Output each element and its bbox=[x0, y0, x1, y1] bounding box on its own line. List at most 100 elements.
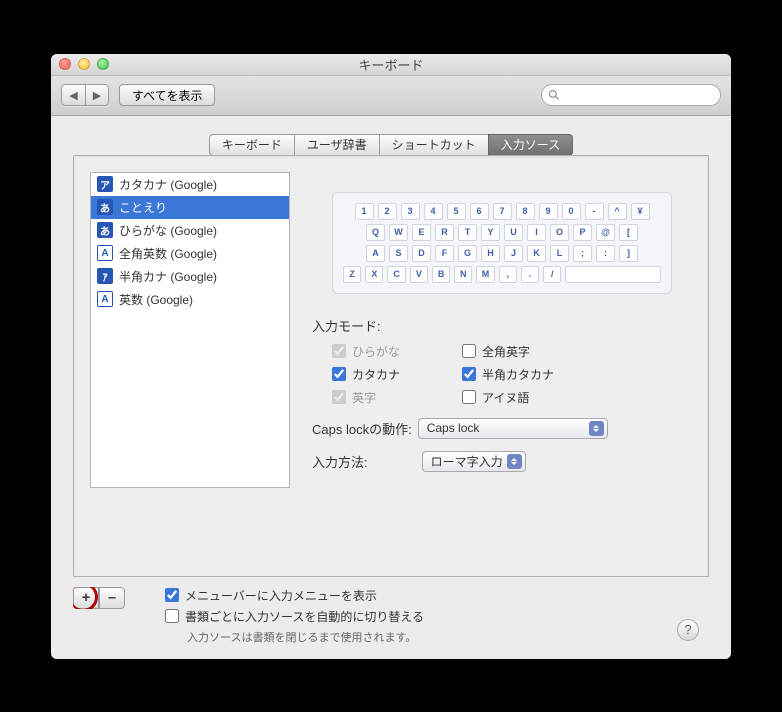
key: A bbox=[366, 245, 385, 262]
input-mode-label: 入力モード: bbox=[312, 316, 692, 335]
key: L bbox=[550, 245, 569, 262]
key: I bbox=[527, 224, 546, 241]
source-label: 英数 (Google) bbox=[119, 291, 193, 308]
help-button[interactable]: ? bbox=[677, 619, 699, 641]
key: 2 bbox=[378, 203, 397, 220]
tab-bar: キーボード ユーザ辞書 ショートカット 入力ソース bbox=[73, 134, 709, 156]
key: K bbox=[527, 245, 546, 262]
forward-button[interactable]: ▶ bbox=[85, 84, 109, 106]
checkbox-ainu[interactable] bbox=[462, 390, 476, 404]
key: S bbox=[389, 245, 408, 262]
list-item[interactable]: A 英数 (Google) bbox=[91, 288, 289, 311]
key: ; bbox=[573, 245, 592, 262]
back-button[interactable]: ◀ bbox=[61, 84, 85, 106]
key: , bbox=[499, 266, 517, 283]
checkbox-hiragana bbox=[332, 344, 346, 358]
mode-hiragana: ひらがな bbox=[332, 343, 442, 360]
content-area: キーボード ユーザ辞書 ショートカット 入力ソース アカタカナ (Google)… bbox=[51, 116, 731, 659]
list-item[interactable]: あことえり bbox=[91, 196, 289, 219]
key: Z bbox=[343, 266, 361, 283]
mode-eiji: 英字 bbox=[332, 389, 442, 406]
tab-inputsources[interactable]: 入力ソース bbox=[488, 134, 573, 156]
checkbox-show-menu[interactable] bbox=[165, 588, 179, 602]
key: X bbox=[365, 266, 383, 283]
key: [ bbox=[619, 224, 638, 241]
key: H bbox=[481, 245, 500, 262]
key: / bbox=[543, 266, 561, 283]
auto-switch[interactable]: 書類ごとに入力ソースを自動的に切り替える bbox=[165, 608, 424, 625]
add-remove-group: + – bbox=[73, 587, 125, 609]
mode-ainu[interactable]: アイヌ語 bbox=[462, 389, 592, 406]
toolbar: ◀ ▶ すべてを表示 bbox=[51, 76, 731, 116]
input-method-label: 入力方法: bbox=[312, 452, 368, 471]
source-icon: あ bbox=[97, 199, 113, 215]
mode-grid: ひらがな 全角英字 カタカナ 半角カタカナ 英字 アイヌ語 bbox=[332, 343, 692, 406]
key: 4 bbox=[424, 203, 443, 220]
list-item[interactable]: アカタカナ (Google) bbox=[91, 173, 289, 196]
key: 7 bbox=[493, 203, 512, 220]
checkbox-eiji bbox=[332, 390, 346, 404]
key: @ bbox=[596, 224, 615, 241]
list-item[interactable]: A全角英数 (Google) bbox=[91, 242, 289, 265]
source-label: ことえり bbox=[119, 199, 167, 216]
capslock-row: Caps lockの動作: Caps lock bbox=[312, 418, 692, 439]
checkbox-hankata[interactable] bbox=[462, 367, 476, 381]
tab-keyboard[interactable]: キーボード bbox=[209, 134, 295, 156]
chevron-updown-icon bbox=[507, 454, 522, 469]
key: 5 bbox=[447, 203, 466, 220]
nav-buttons: ◀ ▶ bbox=[61, 84, 109, 106]
key: : bbox=[596, 245, 615, 262]
list-item[interactable]: あひらがな (Google) bbox=[91, 219, 289, 242]
key: 9 bbox=[539, 203, 558, 220]
key: E bbox=[412, 224, 431, 241]
key: U bbox=[504, 224, 523, 241]
show-input-menu[interactable]: メニューバーに入力メニューを表示 bbox=[165, 587, 424, 604]
key bbox=[565, 266, 661, 283]
capslock-label: Caps lockの動作: bbox=[312, 419, 412, 438]
key: V bbox=[410, 266, 428, 283]
key: G bbox=[458, 245, 477, 262]
key: ] bbox=[619, 245, 638, 262]
key: 8 bbox=[516, 203, 535, 220]
keyboard-preview: 1234567890-^¥QWERTYUIOP@[ASDFGHJKL;:]ZXC… bbox=[332, 192, 672, 294]
input-method-select[interactable]: ローマ字入力 bbox=[422, 451, 526, 472]
search-input[interactable] bbox=[541, 84, 721, 106]
key: 6 bbox=[470, 203, 489, 220]
key: 1 bbox=[355, 203, 374, 220]
checkbox-auto-switch[interactable] bbox=[165, 609, 179, 623]
detail-pane: 1234567890-^¥QWERTYUIOP@[ASDFGHJKL;:]ZXC… bbox=[312, 172, 692, 560]
key: W bbox=[389, 224, 408, 241]
list-item[interactable]: ｱ半角カナ (Google) bbox=[91, 265, 289, 288]
source-label: ひらがな (Google) bbox=[119, 222, 217, 239]
key: ¥ bbox=[631, 203, 650, 220]
source-icon: A bbox=[97, 245, 113, 261]
tab-shortcuts[interactable]: ショートカット bbox=[379, 134, 489, 156]
key: Y bbox=[481, 224, 500, 241]
bottom-options: メニューバーに入力メニューを表示 書類ごとに入力ソースを自動的に切り替える 入力… bbox=[165, 587, 424, 645]
key: T bbox=[458, 224, 477, 241]
source-icon: ｱ bbox=[97, 268, 113, 284]
mode-hankata[interactable]: 半角カタカナ bbox=[462, 366, 592, 383]
key: C bbox=[387, 266, 405, 283]
capslock-select[interactable]: Caps lock bbox=[418, 418, 608, 439]
key: ^ bbox=[608, 203, 627, 220]
input-source-list[interactable]: アカタカナ (Google) あことえり あひらがな (Google) A全角英… bbox=[90, 172, 290, 488]
key: O bbox=[550, 224, 569, 241]
mode-zenkaku[interactable]: 全角英字 bbox=[462, 343, 592, 360]
show-all-button[interactable]: すべてを表示 bbox=[119, 84, 215, 106]
key: N bbox=[454, 266, 472, 283]
tab-userdict[interactable]: ユーザ辞書 bbox=[294, 134, 380, 156]
source-icon: あ bbox=[97, 222, 113, 238]
checkbox-katakana[interactable] bbox=[332, 367, 346, 381]
bottom-row: + – メニューバーに入力メニューを表示 書類ごとに入力ソースを自動的に切り替え… bbox=[73, 587, 709, 645]
checkbox-zenkaku[interactable] bbox=[462, 344, 476, 358]
key: 3 bbox=[401, 203, 420, 220]
titlebar: キーボード bbox=[51, 54, 731, 76]
key: - bbox=[585, 203, 604, 220]
source-icon: A bbox=[97, 291, 113, 307]
chevron-updown-icon bbox=[589, 421, 604, 436]
add-button[interactable]: + bbox=[73, 587, 99, 609]
key: P bbox=[573, 224, 592, 241]
mode-katakana[interactable]: カタカナ bbox=[332, 366, 442, 383]
remove-button[interactable]: – bbox=[99, 587, 125, 609]
